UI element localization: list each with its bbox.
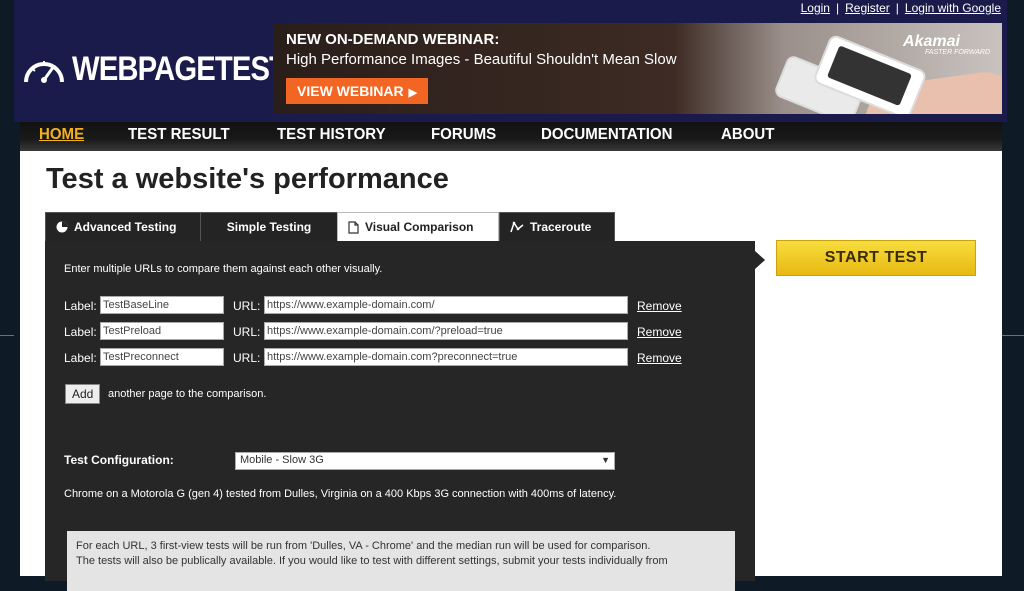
selected-configuration: Mobile - Slow 3G	[240, 454, 324, 466]
tab-traceroute[interactable]: Traceroute	[499, 212, 615, 242]
speedometer-icon	[24, 60, 64, 83]
configuration-description: Chrome on a Motorola G (gen 4) tested fr…	[64, 488, 617, 500]
tab-label: Advanced Testing	[74, 220, 177, 234]
url-input[interactable]	[264, 322, 628, 340]
label-caption: Label:	[64, 351, 97, 365]
test-configuration-label: Test Configuration:	[64, 453, 174, 467]
nav-home[interactable]: HOME	[39, 126, 84, 144]
remove-link[interactable]: Remove	[637, 299, 682, 313]
akamai-wordmark: Akamai	[903, 33, 960, 50]
tab-advanced-testing[interactable]: Advanced Testing	[45, 212, 201, 242]
tab-label: Simple Testing	[226, 220, 312, 234]
chevron-down-icon: ▼	[601, 455, 610, 465]
main-nav: HOME TEST RESULT TEST HISTORY FORUMS DOC…	[20, 122, 1002, 151]
comparison-note: For each URL, 3 first-view tests will be…	[67, 531, 735, 591]
test-configuration-select[interactable]: Mobile - Slow 3G ▼	[235, 452, 615, 470]
akamai-tagline: FASTER FORWARD	[925, 49, 990, 56]
banner-title: NEW ON-DEMAND WEBINAR:	[286, 31, 500, 48]
nav-test-result[interactable]: TEST RESULT	[128, 126, 230, 144]
site-header: Login | Register | Login with Google WEBPAGE…	[14, 0, 1007, 122]
nav-test-history[interactable]: TEST HISTORY	[277, 126, 386, 144]
account-links: Login | Register | Login with Google	[800, 1, 1001, 15]
url-caption: URL:	[233, 325, 261, 339]
main-content: Test a website's performance Advanced Te…	[20, 151, 1002, 591]
logo-text: WEBPAGETEST	[72, 50, 287, 88]
webinar-banner[interactable]: NEW ON-DEMAND WEBINAR: High Performance …	[273, 23, 1002, 114]
view-webinar-label: VIEW WEBINAR	[297, 83, 404, 99]
nav-documentation[interactable]: DOCUMENTATION	[541, 126, 672, 144]
banner-subtitle: High Performance Images - Beautiful Shou…	[286, 51, 677, 68]
url-caption: URL:	[233, 299, 261, 313]
url-input[interactable]	[264, 348, 628, 366]
gauge-icon	[56, 221, 68, 233]
view-webinar-button[interactable]: VIEW WEBINAR ▶	[286, 78, 429, 104]
label-caption: Label:	[64, 299, 97, 313]
nav-about[interactable]: ABOUT	[721, 126, 774, 144]
tab-label: Traceroute	[530, 220, 592, 234]
nav-forums[interactable]: FORUMS	[431, 126, 496, 144]
tab-visual-comparison[interactable]: Visual Comparison	[337, 212, 499, 241]
panel-pointer-arrow	[755, 251, 765, 269]
label-input[interactable]	[100, 348, 224, 366]
remove-link[interactable]: Remove	[637, 325, 682, 339]
register-link[interactable]: Register	[845, 1, 890, 15]
label-caption: Label:	[64, 325, 97, 339]
document-icon	[348, 220, 359, 234]
label-input[interactable]	[100, 322, 224, 340]
url-input[interactable]	[264, 296, 628, 314]
login-link[interactable]: Login	[801, 1, 830, 15]
intro-text: Enter multiple URLs to compare them agai…	[64, 263, 383, 275]
visual-comparison-panel: Enter multiple URLs to compare them agai…	[45, 241, 755, 591]
note-line: For each URL, 3 first-view tests will be…	[76, 540, 651, 552]
play-arrow-icon: ▶	[408, 87, 418, 99]
traceroute-icon	[510, 221, 524, 233]
page-title: Test a website's performance	[46, 163, 449, 195]
url-caption: URL:	[233, 351, 261, 365]
label-input[interactable]	[100, 296, 224, 314]
tab-label: Visual Comparison	[365, 220, 474, 234]
start-test-button[interactable]: START TEST	[776, 240, 976, 276]
add-page-text: another page to the comparison.	[108, 388, 267, 400]
add-page-button[interactable]: Add	[65, 384, 101, 404]
tab-simple-testing[interactable]: Simple Testing	[200, 212, 338, 242]
akamai-logo: Akamai FASTER FORWARD	[903, 33, 990, 56]
login-google-link[interactable]: Login with Google	[905, 1, 1001, 15]
note-line: The tests will also be publically availa…	[76, 555, 668, 567]
remove-link[interactable]: Remove	[637, 351, 682, 365]
frame-divider-right	[1002, 335, 1024, 336]
frame-divider-left	[0, 335, 14, 336]
